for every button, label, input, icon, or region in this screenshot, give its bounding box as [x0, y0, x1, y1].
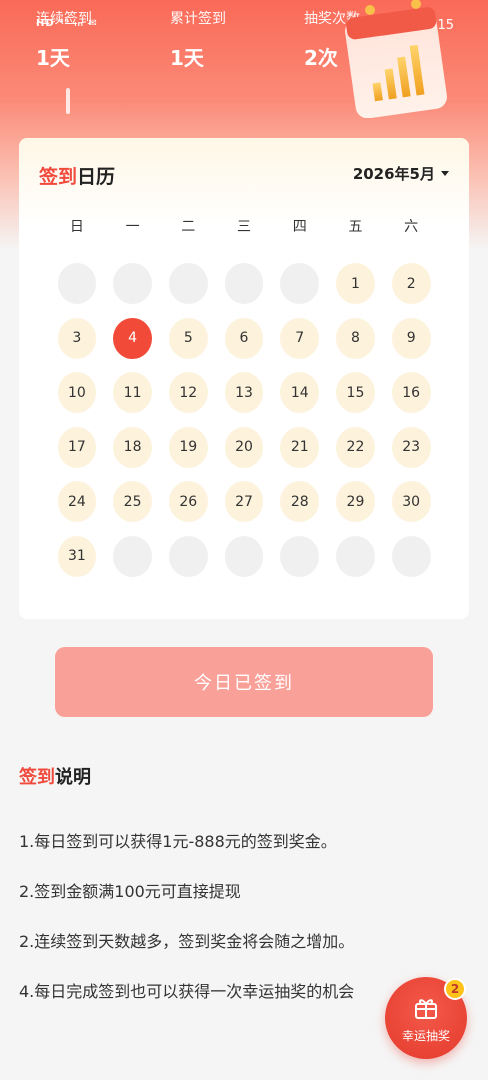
- lucky-draw-count-badge: 2: [444, 978, 466, 1000]
- scroll-indicator: [66, 88, 70, 114]
- calendar-day[interactable]: 14: [280, 372, 320, 414]
- calendar-day[interactable]: 18: [113, 426, 152, 468]
- rule-item: 2.连续签到天数越多，签到奖金将会随之增加。: [19, 932, 355, 951]
- calendar-day[interactable]: 7: [280, 317, 320, 359]
- month-label: 2026年5月: [352, 165, 435, 183]
- calendar-day[interactable]: 27: [224, 481, 264, 523]
- rules-title-text: 说明: [55, 767, 91, 788]
- calendar-day[interactable]: 29: [336, 481, 375, 523]
- calendar-day-empty: [224, 535, 264, 577]
- calendar-day[interactable]: 9: [391, 317, 431, 359]
- calendar-illustration-icon: [345, 0, 447, 118]
- calendar-day[interactable]: 31: [57, 535, 97, 577]
- calendar-title-text: 日历: [77, 166, 116, 188]
- calendar-day-empty: [280, 535, 320, 577]
- calendar-day[interactable]: 6: [224, 317, 264, 359]
- calendar-day[interactable]: 23: [391, 426, 431, 468]
- stat-consecutive: 连续签到 1天: [36, 8, 92, 71]
- calendar-day[interactable]: 13: [224, 372, 264, 414]
- calendar-day-empty: [280, 263, 320, 304]
- calendar-title: 签到日历: [39, 162, 115, 189]
- calendar-day-empty: [113, 263, 152, 304]
- calendar-title-highlight: 签到: [39, 166, 78, 188]
- stat-total: 累计签到 1天: [170, 8, 226, 71]
- calendar-week-row: 31: [49, 535, 439, 591]
- month-selector[interactable]: 2026年5月: [353, 163, 449, 184]
- calendar-day-empty: [57, 263, 97, 304]
- weekday-header: 日 一 二 三 四 五 六: [49, 216, 439, 236]
- weekday-label: 六: [404, 219, 419, 235]
- calendar-day-empty: [391, 535, 431, 577]
- calendar-day[interactable]: 26: [168, 481, 208, 523]
- weekday-label: 三: [237, 219, 252, 235]
- calendar-day[interactable]: 10: [57, 372, 97, 414]
- calendar-day-empty: [168, 535, 208, 577]
- rule-item: 1.每日签到可以获得1元-888元的签到奖金。: [19, 832, 337, 851]
- stat-value: 1天: [36, 46, 70, 70]
- gift-icon: [415, 999, 437, 1019]
- caret-down-icon: [441, 171, 449, 176]
- calendar-day[interactable]: 21: [280, 426, 320, 468]
- calendar-day[interactable]: 2: [391, 263, 431, 304]
- calendar-week-row: 12: [49, 263, 439, 318]
- calendar-week-row: 3456789: [49, 317, 439, 373]
- lucky-draw-label: 幸运抽奖: [401, 1029, 450, 1043]
- calendar-day[interactable]: 16: [391, 372, 431, 414]
- stat-label: 累计签到: [170, 11, 226, 27]
- calendar-day[interactable]: 8: [336, 317, 375, 359]
- calendar-day[interactable]: 22: [336, 426, 375, 468]
- calendar-day[interactable]: 11: [113, 372, 152, 414]
- calendar-day-today[interactable]: 4: [113, 317, 152, 359]
- calendar-day[interactable]: 20: [224, 426, 264, 468]
- calendar-day[interactable]: 19: [168, 426, 208, 468]
- calendar-card: 签到日历 2026年5月 日 一 二 三 四 五 六 1 2 3 4 5 6 7 8 9 10 11…: [19, 138, 469, 619]
- calendar-day[interactable]: 28: [280, 481, 320, 523]
- calendar-day[interactable]: 3: [57, 317, 97, 359]
- calendar-day[interactable]: 15: [336, 372, 375, 414]
- rules-title: 签到说明: [19, 763, 91, 789]
- weekday-label: 五: [348, 219, 363, 235]
- signed-in-today-button[interactable]: 今日已签到: [55, 647, 433, 717]
- stat-value: 1天: [170, 46, 204, 70]
- weekday-label: 日: [69, 219, 84, 235]
- calendar-week-row: 10 11 12 13 14 15 16: [49, 372, 439, 427]
- rule-item: 2.签到金额满100元可直接提现: [19, 882, 241, 901]
- weekday-label: 二: [181, 219, 196, 235]
- weekday-label: 四: [292, 219, 307, 235]
- calendar-grid: 1 2 3 4 5 6 7 8 9 10 11 12 13 14 15 16 17 18 19 20 21 22 23 24 2…: [49, 263, 439, 591]
- rules-title-highlight: 签到: [19, 767, 55, 788]
- calendar-day[interactable]: 30: [391, 481, 431, 523]
- calendar-day[interactable]: 25: [113, 481, 152, 523]
- calendar-day-empty: [113, 535, 152, 577]
- calendar-week-row: 17 18 19 20 21 22 23: [49, 426, 439, 482]
- calendar-day[interactable]: 12: [168, 372, 208, 414]
- calendar-day[interactable]: 17: [57, 426, 97, 468]
- calendar-week-row: 24 25 26 27 28 29 30: [49, 481, 439, 536]
- calendar-day-empty: [224, 263, 264, 304]
- calendar-day[interactable]: 1: [336, 263, 375, 304]
- stat-label: 连续签到: [36, 11, 92, 27]
- weekday-label: 一: [125, 219, 140, 235]
- calendar-day-empty: [336, 535, 375, 577]
- calendar-day-empty: [168, 263, 208, 304]
- calendar-day[interactable]: 24: [57, 481, 97, 523]
- calendar-day[interactable]: 5: [168, 317, 208, 359]
